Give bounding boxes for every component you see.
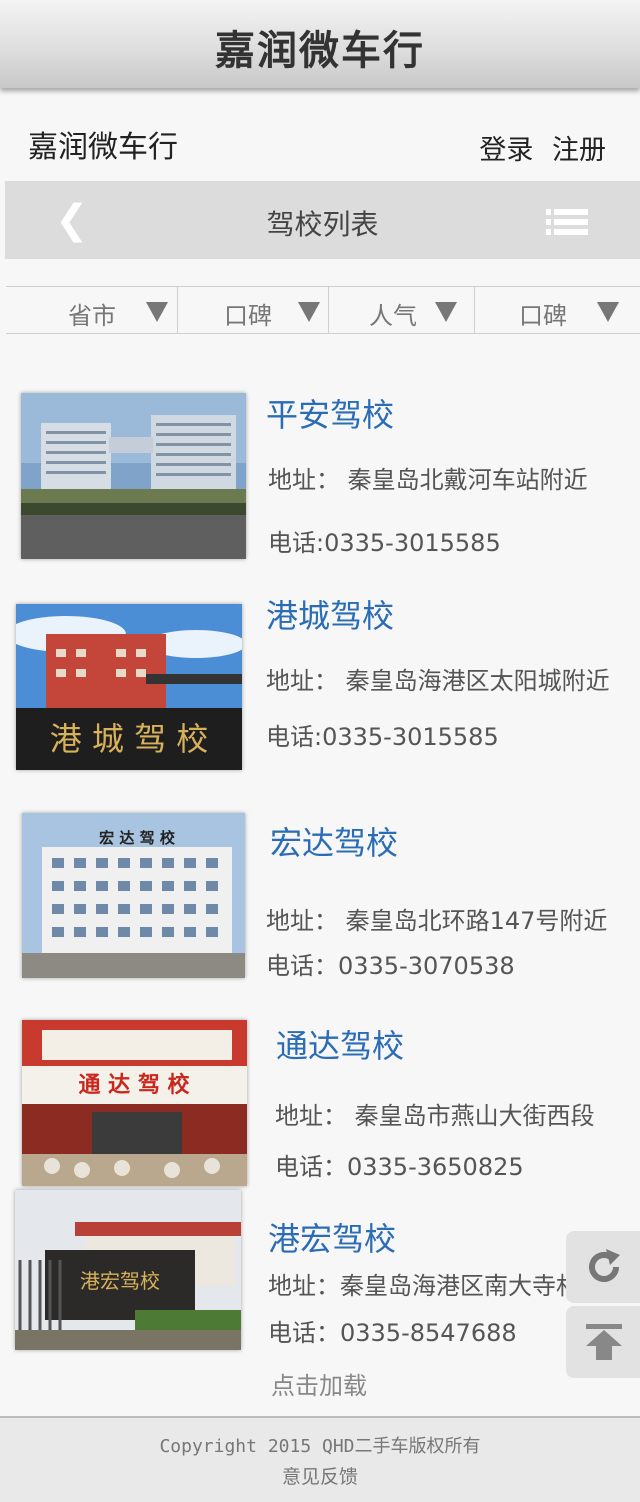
school-address: 地址： 秦皇岛市燕山大街西段 xyxy=(275,1102,595,1130)
school-name[interactable]: 港城驾校 xyxy=(266,591,394,637)
school-address: 地址：秦皇岛海港区南大寺村 xyxy=(268,1272,580,1300)
sign-text: 宏 达 驾 校 xyxy=(99,829,176,847)
back-to-top-button[interactable] xyxy=(566,1306,640,1378)
site-header: 嘉润微车行 登录 注册 xyxy=(0,112,640,172)
school-phone[interactable]: 电话：0335-8547688 xyxy=(268,1313,517,1348)
filter-popularity[interactable]: 人气 xyxy=(329,287,475,333)
school-photo-tongda[interactable]: 通 达 驾 校 xyxy=(22,1020,247,1186)
triangle-down-icon xyxy=(146,302,168,322)
filter-label: 人气 xyxy=(369,302,417,330)
footer: Copyright 2015 QHD二手车版权所有 意见反馈 xyxy=(0,1416,640,1502)
triangle-down-icon xyxy=(435,302,457,322)
school-name[interactable]: 通达驾校 xyxy=(276,1021,404,1067)
school-phone[interactable]: 电话:0335-3015585 xyxy=(266,717,499,752)
nav-bar: ❮ 驾校列表 xyxy=(5,181,640,259)
filter-label: 口碑 xyxy=(224,302,272,330)
site-name[interactable]: 嘉润微车行 xyxy=(28,122,178,166)
load-more-link[interactable]: 点击加载 xyxy=(271,1366,367,1401)
school-address: 地址： 秦皇岛北环路147号附近 xyxy=(266,907,608,935)
auth-links: 登录 注册 xyxy=(469,128,606,167)
triangle-down-icon xyxy=(298,302,320,322)
app-title: 嘉润微车行 xyxy=(215,28,425,74)
refresh-button[interactable] xyxy=(566,1231,640,1303)
back-to-top-icon xyxy=(586,1324,622,1360)
list-menu-icon[interactable] xyxy=(546,209,588,235)
school-name[interactable]: 宏达驾校 xyxy=(270,818,398,864)
refresh-icon xyxy=(589,1249,620,1282)
school-phone[interactable]: 电话：0335-3070538 xyxy=(266,946,515,981)
login-link[interactable]: 登录 xyxy=(479,135,533,166)
school-phone[interactable]: 电话：0335-3650825 xyxy=(275,1147,524,1182)
sign-text: 通 达 驾 校 xyxy=(79,1072,191,1098)
filter-label: 口碑 xyxy=(519,302,567,330)
school-photo-pingan[interactable] xyxy=(21,393,246,559)
filter-reputation-2[interactable]: 口碑 xyxy=(475,287,640,333)
triangle-down-icon xyxy=(597,302,619,322)
page-title: 驾校列表 xyxy=(266,208,379,241)
school-phone[interactable]: 电话:0335-3015585 xyxy=(268,523,501,558)
filter-label: 省市 xyxy=(68,302,116,330)
register-link[interactable]: 注册 xyxy=(552,135,606,166)
copyright-text: Copyright 2015 QHD二手车版权所有 xyxy=(159,1436,481,1457)
school-photo-hongda[interactable]: 宏 达 驾 校 xyxy=(22,813,245,978)
school-name[interactable]: 港宏驾校 xyxy=(268,1214,396,1260)
school-photo-gangcheng[interactable]: 港 城 驾 校 xyxy=(16,604,242,770)
school-name[interactable]: 平安驾校 xyxy=(266,390,394,436)
filter-province[interactable]: 省市 xyxy=(6,287,178,333)
feedback-link[interactable]: 意见反馈 xyxy=(0,1462,640,1489)
app-title-bar: 嘉润微车行 xyxy=(0,0,640,88)
school-address: 地址： 秦皇岛北戴河车站附近 xyxy=(268,466,588,494)
sign-text: 港 城 驾 校 xyxy=(50,720,209,758)
school-address: 地址： 秦皇岛海港区太阳城附近 xyxy=(266,667,610,695)
filter-reputation[interactable]: 口碑 xyxy=(178,287,329,333)
sign-text: 港宏驾校 xyxy=(80,1269,160,1293)
filter-bar: 省市 口碑 人气 口碑 xyxy=(6,286,640,334)
school-photo-ganghong[interactable]: 港宏驾校 xyxy=(15,1190,241,1350)
